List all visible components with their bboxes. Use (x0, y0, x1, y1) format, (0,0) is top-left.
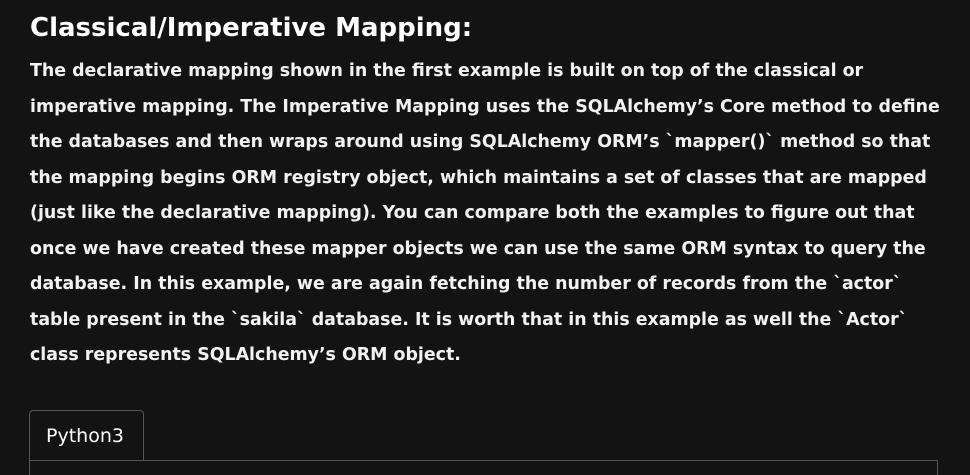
section-paragraph: The declarative mapping shown in the fir… (30, 61, 940, 365)
code-panel (29, 460, 938, 475)
code-tabs: Python3 (29, 410, 938, 475)
section-heading: Classical/Imperative Mapping: (30, 13, 473, 43)
tab-python3[interactable]: Python3 (29, 410, 144, 460)
